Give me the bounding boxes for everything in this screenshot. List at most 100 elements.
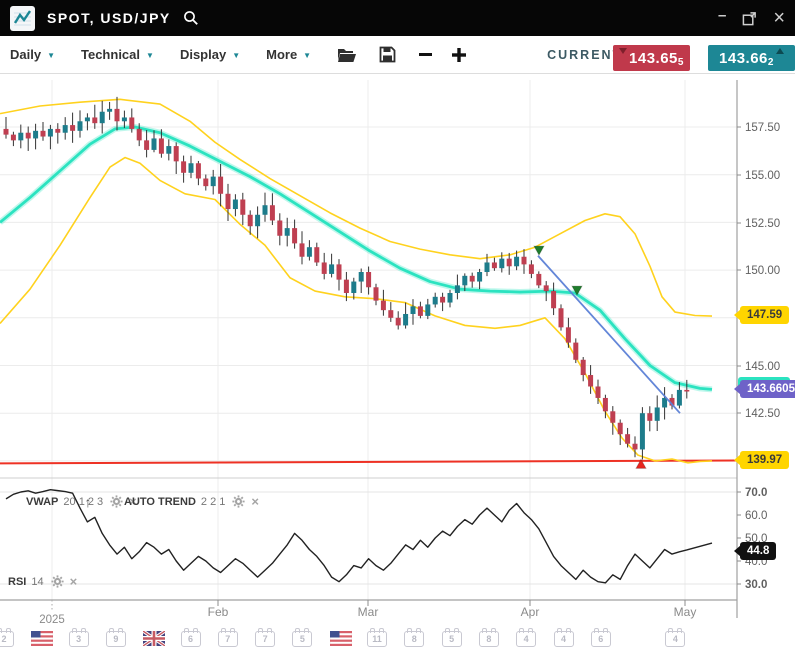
close-button[interactable]: × (773, 8, 785, 28)
zoom-out-icon[interactable] (418, 47, 433, 62)
axis-tick-label: 60.0 (745, 510, 767, 522)
candle (100, 112, 105, 123)
bid-price-value: 143.65 (629, 50, 678, 67)
candle (70, 125, 75, 131)
candle (514, 257, 519, 267)
save-icon[interactable] (379, 46, 396, 63)
menu-timeframe-daily[interactable]: Daily ▼ (10, 47, 55, 62)
calendar-flag-us-icon[interactable] (31, 631, 53, 646)
legend-vwap-params: 20 1 2 3 (63, 496, 103, 508)
candle (218, 177, 223, 194)
candle (4, 129, 9, 135)
candle (285, 228, 290, 236)
close-icon[interactable]: × (70, 575, 78, 588)
candle (388, 310, 393, 318)
candle (647, 413, 652, 421)
candle (240, 200, 245, 215)
search-icon[interactable] (183, 10, 199, 26)
candle (63, 125, 68, 133)
candle (41, 131, 46, 137)
candle (144, 140, 149, 150)
calendar-day-icon[interactable]: 7 (255, 631, 275, 647)
titlebar: SPOT, USD/JPY – × (0, 0, 795, 36)
candle (351, 282, 356, 293)
candle (411, 306, 416, 314)
symbol-title: SPOT, USD/JPY (47, 10, 171, 26)
candle (122, 117, 127, 121)
zoom-in-icon[interactable] (451, 47, 467, 63)
candle (433, 297, 438, 305)
gear-icon[interactable] (51, 575, 64, 588)
menu-more[interactable]: More ▼ (266, 47, 311, 62)
ask-price-value: 143.66 (719, 50, 768, 67)
candle (603, 398, 608, 411)
candle (233, 200, 238, 210)
candle (78, 121, 83, 131)
legend-rsi-params: 14 (31, 576, 43, 588)
calendar-day-icon[interactable]: 8 (404, 631, 424, 647)
candle (55, 129, 60, 133)
menu-technical[interactable]: Technical ▼ (81, 47, 154, 62)
candle (366, 272, 371, 287)
candle (337, 264, 342, 279)
chevron-down-icon: ▼ (303, 51, 311, 60)
calendar-day-icon[interactable]: 5 (292, 631, 312, 647)
calendar-day-icon[interactable]: 4 (516, 631, 536, 647)
candle (129, 117, 134, 128)
legend-rsi-name: RSI (8, 576, 26, 588)
calendar-day-icon[interactable]: 4 (554, 631, 574, 647)
menu-more-label: More (266, 47, 297, 62)
chart-app-icon (10, 6, 35, 31)
close-icon[interactable]: × (251, 495, 259, 508)
candle (174, 146, 179, 161)
minimize-button[interactable]: – (718, 8, 726, 23)
candle (196, 163, 201, 178)
candle (18, 133, 23, 141)
calendar-day-icon[interactable]: 5 (442, 631, 462, 647)
calendar-day-icon[interactable]: 9 (106, 631, 126, 647)
vwap-midline (0, 127, 712, 389)
candle (107, 109, 112, 112)
calendar-flag-uk-icon[interactable] (143, 631, 165, 646)
candle (522, 257, 527, 265)
candle (307, 247, 312, 257)
popout-button[interactable] (742, 11, 757, 26)
candle (248, 215, 253, 226)
calendar-day-icon[interactable]: 8 (479, 631, 499, 647)
chevron-down-icon: ▼ (47, 51, 55, 60)
auto-trend-line (538, 256, 680, 413)
price-chart-canvas[interactable]: ↑157.50155.00152.50150.00145.00142.5070.… (0, 74, 795, 654)
calendar-day-icon[interactable]: 4 (665, 631, 685, 647)
legend-auto-trend: AUTO TREND 2 2 1 × (124, 495, 259, 508)
candle (640, 413, 645, 449)
candle (403, 314, 408, 325)
calendar-day-icon[interactable]: 2 (0, 631, 14, 647)
candle (677, 390, 682, 406)
legend-auto-trend-name: AUTO TREND (124, 496, 196, 508)
calendar-flag-us-icon[interactable] (330, 631, 352, 646)
candle (462, 276, 467, 286)
candle (26, 133, 31, 139)
price-level-badge: 147.59 (740, 306, 789, 324)
calendar-day-icon[interactable]: 11 (367, 631, 387, 647)
axis-tick-label: 70.0 (745, 487, 767, 499)
candle (396, 318, 401, 326)
calendar-day-icon[interactable]: 6 (181, 631, 201, 647)
gear-icon[interactable] (110, 495, 123, 508)
open-folder-icon[interactable] (337, 47, 357, 63)
axis-tick-label: 150.00 (745, 265, 780, 277)
ask-price-pip: 2 (768, 57, 774, 68)
chevron-down-icon: ▼ (146, 51, 154, 60)
month-label: Feb (208, 605, 229, 619)
candle (425, 304, 430, 315)
candle (344, 280, 349, 293)
calendar-day-icon[interactable]: 3 (69, 631, 89, 647)
legend-rsi: RSI 14 × (8, 575, 77, 588)
candle (322, 262, 327, 273)
candle (329, 264, 334, 274)
calendar-day-icon[interactable]: 7 (218, 631, 238, 647)
menu-display[interactable]: Display ▼ (180, 47, 240, 62)
gear-icon[interactable] (232, 495, 245, 508)
calendar-day-icon[interactable]: 6 (591, 631, 611, 647)
menu-display-label: Display (180, 47, 226, 62)
